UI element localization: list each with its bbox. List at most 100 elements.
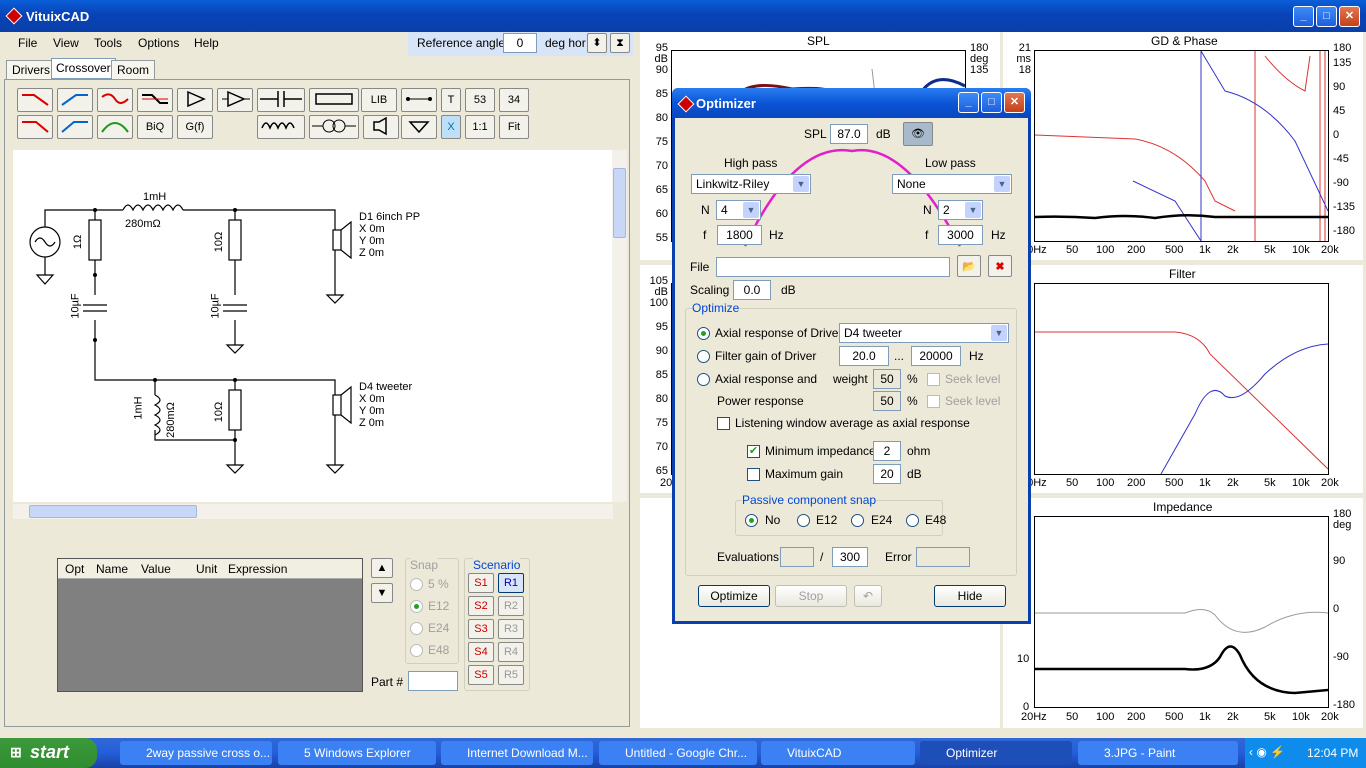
taskbar-item-idm[interactable]: Internet Download M...: [441, 741, 593, 765]
high-pass-type-select[interactable]: Linkwitz-Riley ▼: [691, 174, 811, 194]
close-button[interactable]: ✕: [1339, 6, 1360, 27]
scenario-s2-button[interactable]: S2: [468, 596, 494, 616]
filter-plot[interactable]: Filter 20Hz 50 100 200 500 1k 2k 5k 10k 20k: [1003, 265, 1363, 493]
weight-axial-input[interactable]: 50: [873, 369, 901, 389]
amplifier-tool-button[interactable]: [177, 88, 213, 112]
library-button[interactable]: LIB: [361, 88, 397, 112]
open-folder-icon[interactable]: 📂: [957, 255, 981, 277]
wire-tool-button[interactable]: [401, 88, 437, 112]
snap-e12-radio[interactable]: [410, 600, 423, 613]
undo-icon[interactable]: ↶: [854, 585, 882, 607]
minimum-impedance-input[interactable]: 2: [873, 441, 901, 461]
vertical-scrollbar[interactable]: [612, 150, 627, 502]
listening-window-checkbox[interactable]: [717, 417, 730, 430]
angle-up-down-button[interactable]: ⬍: [587, 33, 607, 53]
taskbar-item-chrome[interactable]: Untitled - Google Chr...: [599, 741, 757, 765]
lp-order-select[interactable]: 2 ▼: [938, 200, 983, 220]
menu-file[interactable]: File: [18, 36, 37, 50]
snap-no-radio[interactable]: [745, 514, 758, 527]
col-value[interactable]: Value: [141, 562, 171, 576]
tab-room[interactable]: Room: [111, 60, 156, 79]
taskbar-item-paint[interactable]: 3.JPG - Paint: [1078, 741, 1238, 765]
weight-power-input[interactable]: 50: [873, 391, 901, 411]
angle-reset-button[interactable]: ⧗: [610, 33, 630, 53]
seek-level-checkbox-1[interactable]: [927, 373, 940, 386]
vertical-scroll-thumb[interactable]: [613, 168, 626, 238]
optimizer-close-button[interactable]: ✕: [1004, 92, 1025, 113]
tab-crossover[interactable]: Crossover: [51, 58, 116, 79]
move-down-button[interactable]: ▼: [371, 583, 393, 603]
impedance-plot[interactable]: Impedance 10 0 180 deg 90 0 -90 -180 20Hz 50 10…: [1003, 498, 1363, 728]
snap-e48-option-radio[interactable]: [906, 514, 919, 527]
snap-e48-radio[interactable]: [410, 644, 423, 657]
notch-tool-button[interactable]: [97, 88, 133, 112]
lowpass-tool-button[interactable]: [17, 88, 53, 112]
text-tool-button[interactable]: T: [441, 88, 461, 112]
scenario-r1-button[interactable]: R1: [498, 573, 524, 593]
inductor-tool-button[interactable]: [257, 115, 305, 139]
maximum-gain-input[interactable]: 20: [873, 464, 901, 484]
bandpass-tool-button[interactable]: [97, 115, 133, 139]
maximize-button[interactable]: □: [1316, 6, 1337, 27]
taskbar-item-vituixcad[interactable]: VituixCAD: [761, 741, 915, 765]
transfer-function-button[interactable]: G(f): [177, 115, 213, 139]
minimum-impedance-checkbox[interactable]: ✔: [747, 445, 760, 458]
hp-frequency-input[interactable]: 1800: [717, 225, 762, 245]
low-pass-type-select[interactable]: None ▼: [892, 174, 1012, 194]
col-expression[interactable]: Expression: [228, 562, 287, 576]
gd-phase-plot[interactable]: GD & Phase 21ms181512963 18013590450-45-…: [1003, 32, 1363, 260]
scenario-s5-button[interactable]: S5: [468, 665, 494, 685]
scenario-s4-button[interactable]: S4: [468, 642, 494, 662]
taskbar-item-optimizer[interactable]: Optimizer: [920, 741, 1072, 765]
col-unit[interactable]: Unit: [196, 562, 217, 576]
opamp-tool-button[interactable]: [217, 88, 253, 112]
optimizer-maximize-button[interactable]: □: [981, 92, 1002, 113]
schematic-canvas[interactable]: 1mH 280mΩ 1Ω 10µF 10Ω 10µF D1 6inch PP X…: [13, 150, 613, 502]
file-input[interactable]: [716, 257, 950, 277]
scaling-input[interactable]: 0.0: [733, 280, 771, 300]
scenario-s1-button[interactable]: S1: [468, 573, 494, 593]
snap-e24-radio[interactable]: [410, 622, 423, 635]
reference-angle-input[interactable]: 0: [503, 33, 537, 53]
axial-response-radio[interactable]: [697, 327, 710, 340]
optimizer-minimize-button[interactable]: _: [958, 92, 979, 113]
freq-high-input[interactable]: 20000: [911, 346, 961, 366]
horizontal-scroll-thumb[interactable]: [29, 505, 197, 518]
hide-button[interactable]: Hide: [934, 585, 1006, 607]
lowpass2-tool-button[interactable]: [17, 115, 53, 139]
lp-frequency-input[interactable]: 3000: [938, 225, 983, 245]
shelf-tool-button[interactable]: [137, 88, 173, 112]
spl-target-input[interactable]: 87.0: [830, 124, 868, 144]
scenario-r3-button[interactable]: R3: [498, 619, 524, 639]
col-name[interactable]: Name: [96, 562, 128, 576]
part-number-input[interactable]: [408, 671, 458, 691]
stop-button[interactable]: Stop: [775, 585, 847, 607]
scenario-r2-button[interactable]: R2: [498, 596, 524, 616]
minimize-button[interactable]: _: [1293, 6, 1314, 27]
hp-order-select[interactable]: 4 ▼: [716, 200, 761, 220]
binoculars-icon[interactable]: 👁: [903, 122, 933, 146]
freq-low-input[interactable]: 20.0: [839, 346, 889, 366]
horizontal-scrollbar[interactable]: [13, 504, 613, 519]
scenario-r4-button[interactable]: R4: [498, 642, 524, 662]
tool-53-button[interactable]: 53: [465, 88, 495, 112]
taskbar-item-firefox[interactable]: 2way passive cross o...: [120, 741, 272, 765]
seek-level-checkbox-2[interactable]: [927, 395, 940, 408]
snap-e12-option-radio[interactable]: [797, 514, 810, 527]
scenario-r5-button[interactable]: R5: [498, 665, 524, 685]
maximum-gain-checkbox[interactable]: [747, 468, 760, 481]
snap-5pct-radio[interactable]: [410, 578, 423, 591]
scenario-s3-button[interactable]: S3: [468, 619, 494, 639]
driver-select[interactable]: D4 tweeter ▼: [839, 323, 1009, 343]
filter-gain-radio[interactable]: [697, 350, 710, 363]
zoom-1-1-button[interactable]: 1:1: [465, 115, 495, 139]
tab-drivers[interactable]: Drivers: [6, 60, 56, 79]
ground-tool-button[interactable]: [401, 115, 437, 139]
biquad-button[interactable]: BiQ: [137, 115, 173, 139]
menu-options[interactable]: Options: [138, 36, 179, 50]
col-opt[interactable]: Opt: [65, 562, 84, 576]
delete-tool-button[interactable]: X: [441, 115, 461, 139]
speaker-tool-button[interactable]: [363, 115, 399, 139]
transformer-tool-button[interactable]: [309, 115, 359, 139]
capacitor-tool-button[interactable]: [257, 88, 305, 112]
